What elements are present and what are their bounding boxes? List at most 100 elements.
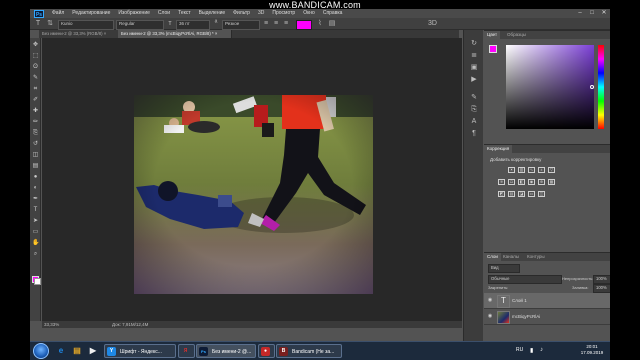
clone-source-icon[interactable]: ⎘ [469,106,479,114]
eraser-icon[interactable]: ◫ [32,152,39,159]
zoom-icon[interactable]: ⌕ [32,251,39,258]
tab-corrections[interactable]: Коррекция [484,145,513,153]
brightness-icon[interactable]: ☀ [508,167,515,173]
color-picker-handle[interactable] [590,85,594,89]
text-color-swatch[interactable] [296,20,312,30]
menu-layers[interactable]: Слои [154,9,174,18]
gradient-icon[interactable]: ▤ [32,163,39,170]
menu-file[interactable]: Файл [48,9,68,18]
history-icon[interactable]: ↻ [469,40,479,48]
lasso-icon[interactable]: ʘ [32,64,39,71]
posterize-icon[interactable]: ▤ [508,191,515,197]
dodge-icon[interactable]: ◐ [32,185,39,192]
marquee-icon[interactable]: ⬚ [32,53,39,60]
selective-color-icon[interactable]: ◫ [538,191,545,197]
explorer-icon[interactable]: ▤ [70,344,84,358]
hand-icon[interactable]: ✋ [32,240,39,247]
task-yandex[interactable]: Я [178,344,195,358]
invert-icon[interactable]: ◩ [498,191,505,197]
close-button[interactable]: ✕ [598,9,610,18]
tab-channels[interactable]: Каналы [500,253,522,261]
foreground-color-swatch[interactable] [489,45,497,53]
color-balance-icon[interactable]: ⚖ [508,179,515,185]
tab-swatches[interactable]: Образцы [504,31,529,39]
paragraph-icon[interactable]: ¶ [469,130,479,138]
character-icon[interactable]: A [469,118,479,126]
color-field[interactable] [506,45,594,129]
media-player-icon[interactable]: ▶ [86,344,100,358]
curves-icon[interactable]: ∿ [528,167,535,173]
warp-text-icon[interactable]: ⌇ [316,20,324,28]
language-indicator[interactable]: RU [516,347,523,353]
visibility-eye-icon[interactable]: ◉ [487,297,493,303]
tab-document-1[interactable]: Без имени-2 @ 33,3% (RGB/8) × [39,30,121,38]
quick-select-icon[interactable]: ✎ [32,75,39,82]
menu-select[interactable]: Выделение [195,9,230,18]
levels-icon[interactable]: ▥ [518,167,525,173]
black-white-icon[interactable]: ◧ [518,179,525,185]
visibility-eye-icon[interactable]: ◉ [487,313,493,319]
maximize-button[interactable]: □ [586,9,598,18]
tab-layers[interactable]: Слои [484,253,501,261]
start-button[interactable] [33,343,49,359]
shape-icon[interactable]: ▭ [32,229,39,236]
task-yandex-browser[interactable]: Y Шрифт - Яндекс... [104,344,176,358]
color-lookup-icon[interactable]: ▦ [548,179,555,185]
layer-filter-select[interactable]: Вид [488,264,520,273]
font-family-select[interactable]: Kunio [58,20,114,30]
hue-slider[interactable] [598,45,604,129]
task-record[interactable]: ● [258,344,275,358]
properties-icon[interactable]: ≣ [469,52,479,60]
font-size-field[interactable]: 36 пт [176,20,210,30]
blend-mode-select[interactable]: Обычные [488,275,562,284]
3d-icon[interactable]: 3D [428,20,437,28]
system-clock[interactable]: 20:01 17.09.2019 [577,344,607,358]
background-color-swatch[interactable] [34,278,41,285]
hue-saturation-icon[interactable]: ≋ [498,179,505,185]
toggle-orientation-icon[interactable]: ⇅ [46,20,54,28]
canvas-photo[interactable] [134,95,373,294]
tray-volume-icon[interactable]: ♪ [540,347,543,353]
align-center-icon[interactable]: ≡ [272,20,280,28]
tray-network-icon[interactable]: ▮ [530,347,533,354]
zoom-level[interactable]: 33,33% [44,321,59,328]
move-icon[interactable]: ✥ [32,42,39,49]
font-style-select[interactable]: Regular [116,20,164,30]
align-left-icon[interactable]: ≡ [262,20,270,28]
brush-settings-icon[interactable]: ✎ [469,94,479,102]
layer-row-text[interactable]: ◉ T Слой 1 [484,293,610,309]
stamp-icon[interactable]: ⎘ [32,130,39,137]
photo-filter-icon[interactable]: ◉ [528,179,535,185]
layer-row-image[interactable]: ◉ mcBiqyPcRlAi [484,309,610,325]
tab-paths[interactable]: Контуры [524,253,548,261]
antialias-select[interactable]: Резкое [222,20,260,30]
blur-icon[interactable]: ● [32,174,39,181]
canvas-area[interactable] [42,38,462,321]
menu-image[interactable]: Изображение [114,9,154,18]
brush-icon[interactable]: ✏ [32,119,39,126]
task-photoshop[interactable]: Ps Без имени-2 @... [196,344,256,358]
menu-edit[interactable]: Редактирование [68,9,114,18]
align-right-icon[interactable]: ≡ [282,20,290,28]
healing-icon[interactable]: ✚ [32,108,39,115]
fill-field[interactable]: 100% [593,284,610,293]
ie-icon[interactable]: e [54,344,68,358]
character-panel-icon[interactable]: ▤ [328,20,336,28]
path-select-icon[interactable]: ➤ [32,218,39,225]
type-tool-icon[interactable]: T [34,20,42,28]
menu-type[interactable]: Текст [174,9,195,18]
channel-mixer-icon[interactable]: ⊕ [538,179,545,185]
minimize-button[interactable]: – [574,9,586,18]
pen-icon[interactable]: ✒ [32,196,39,203]
libraries-icon[interactable]: ▣ [469,64,479,72]
tab-document-2[interactable]: Без имени-2 @ 33,3% (mcBiqyPcRlAi, RGB/8… [118,30,232,38]
task-bandicam[interactable]: B Bandicam (Не за... [276,344,342,358]
tab-color[interactable]: Цвет [484,31,501,39]
opacity-field[interactable]: 100% [593,275,610,284]
type-icon[interactable]: T [32,207,39,214]
crop-icon[interactable]: ⌗ [32,86,39,93]
gradient-map-icon[interactable]: ▭ [528,191,535,197]
threshold-icon[interactable]: ◪ [518,191,525,197]
history-brush-icon[interactable]: ↺ [32,141,39,148]
exposure-icon[interactable]: ± [538,167,545,173]
